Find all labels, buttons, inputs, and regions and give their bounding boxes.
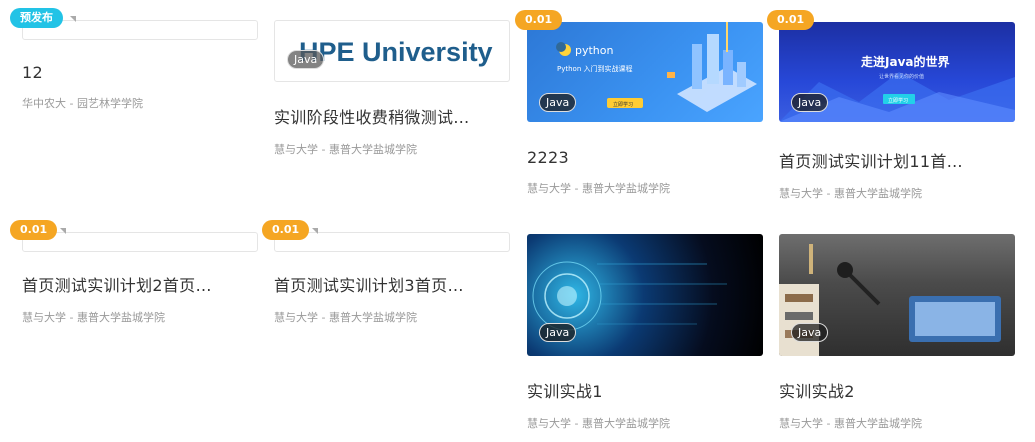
svg-text:让世界看见你的价值: 让世界看见你的价值	[879, 73, 924, 80]
course-title[interactable]: 实训实战2	[779, 378, 999, 402]
language-tag: Java	[539, 93, 577, 112]
price-badge: 0.01	[10, 220, 58, 240]
course-school: 慧与大学 - 惠普大学盐城学院	[779, 417, 922, 430]
course-school: 慧与大学 - 惠普大学盐城学院	[527, 417, 670, 430]
course-card[interactable]: HPE University Java 实训阶段性收费稍微测试… 慧与大学 - …	[274, 20, 510, 157]
price-badge: 0.01	[515, 10, 563, 30]
course-school: 华中农大 - 园艺林学学院	[22, 97, 143, 110]
course-title[interactable]: 实训阶段性收费稍微测试…	[274, 104, 494, 128]
svg-text:Python 入门到实战课程: Python 入门到实战课程	[557, 64, 633, 73]
course-school: 慧与大学 - 惠普大学盐城学院	[779, 187, 922, 200]
course-title[interactable]: 实训实战1	[527, 378, 747, 402]
course-card[interactable]: 预发布 12 华中农大 - 园艺林学学院	[10, 8, 258, 111]
language-tag: Java	[539, 323, 577, 342]
svg-text:python: python	[575, 44, 614, 57]
course-thumbnail[interactable]	[274, 232, 510, 252]
course-thumbnail[interactable]: python Python 入门到实战课程 立即学习 Java	[527, 22, 763, 122]
course-school: 慧与大学 - 惠普大学盐城学院	[527, 182, 670, 195]
hpe-university-logo: HPE University	[299, 37, 493, 67]
course-card[interactable]: 0.01 首页测试实训计划3首页… 慧与大学 - 惠普大学盐城学院	[262, 220, 510, 325]
course-thumbnail[interactable]: Java	[527, 234, 763, 356]
course-title[interactable]: 首页测试实训计划2首页…	[22, 272, 242, 296]
course-school: 慧与大学 - 惠普大学盐城学院	[274, 143, 417, 156]
course-thumbnail[interactable]: Java	[779, 234, 1015, 356]
language-tag: Java	[287, 50, 325, 69]
price-badge: 0.01	[262, 220, 310, 240]
course-title[interactable]: 12	[22, 63, 242, 82]
course-thumbnail[interactable]: HPE University Java	[274, 20, 510, 82]
svg-text:立即学习: 立即学习	[613, 101, 633, 108]
course-card[interactable]: 0.01 走进Java的世界 让世界看见你的价值 立即学习 Java 首页测试实…	[767, 10, 1015, 201]
course-thumbnail[interactable]: 走进Java的世界 让世界看见你的价值 立即学习 Java	[779, 22, 1015, 122]
course-school: 慧与大学 - 惠普大学盐城学院	[22, 311, 165, 324]
course-thumbnail[interactable]	[22, 232, 258, 252]
language-tag: Java	[791, 93, 829, 112]
course-title[interactable]: 2223	[527, 148, 747, 167]
course-title[interactable]: 首页测试实训计划3首页…	[274, 272, 494, 296]
course-card[interactable]: Java 实训实战1 慧与大学 - 惠普大学盐城学院	[527, 234, 763, 431]
language-tag: Java	[791, 323, 829, 342]
course-card[interactable]: 0.01 python Python 入门到实战课程 立即学习 Java 222…	[515, 10, 763, 196]
course-card[interactable]: Java 实训实战2 慧与大学 - 惠普大学盐城学院	[779, 234, 1015, 431]
course-title[interactable]: 首页测试实训计划11首…	[779, 148, 999, 172]
prerelease-badge: 预发布	[10, 8, 63, 28]
svg-text:走进Java的世界: 走进Java的世界	[861, 54, 949, 69]
course-card[interactable]: 0.01 首页测试实训计划2首页… 慧与大学 - 惠普大学盐城学院	[10, 220, 258, 325]
course-school: 慧与大学 - 惠普大学盐城学院	[274, 311, 417, 324]
svg-text:立即学习: 立即学习	[888, 97, 908, 104]
price-badge: 0.01	[767, 10, 815, 30]
